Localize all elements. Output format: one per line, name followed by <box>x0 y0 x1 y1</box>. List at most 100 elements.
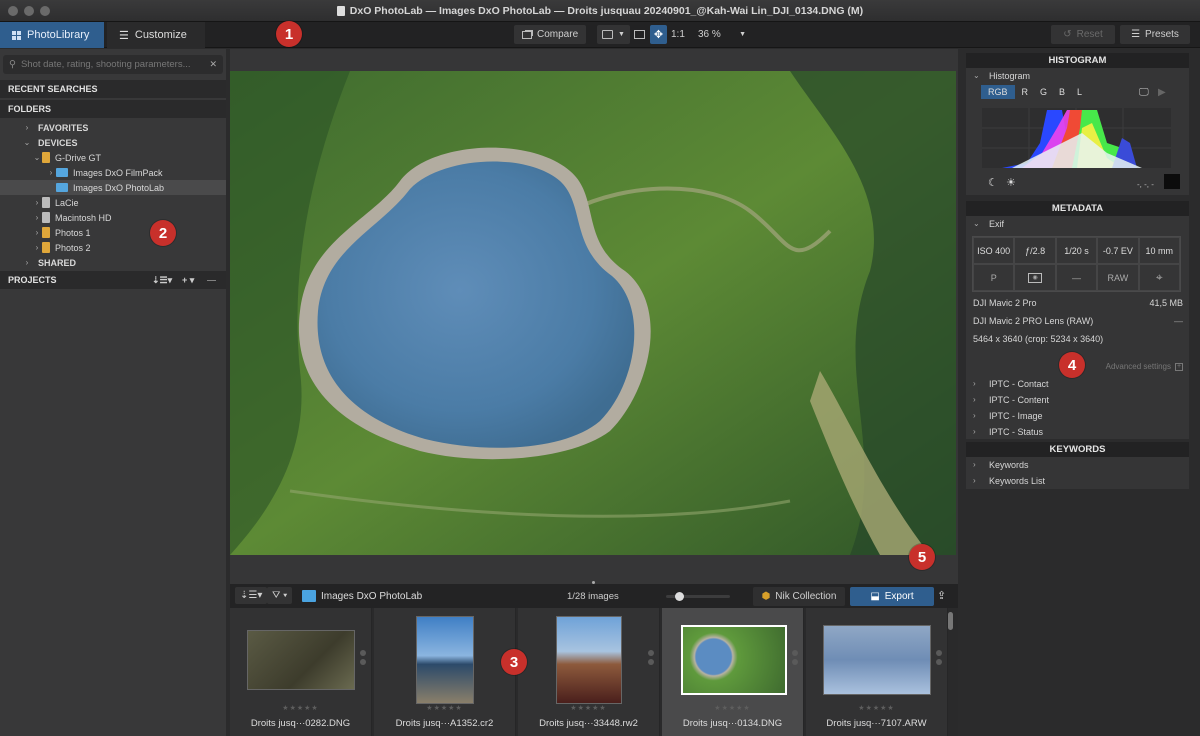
fit-screen-button[interactable] <box>630 25 649 44</box>
share-icon[interactable]: ⇪ <box>937 589 946 602</box>
thumbnail-item[interactable]: ★★★★★ Droits jusq···0282.DNG <box>230 608 372 736</box>
keywords-section[interactable]: › Keywords List <box>966 473 1189 488</box>
thumbnail-image[interactable] <box>247 630 355 690</box>
tree-item[interactable]: ⌄ DEVICES <box>0 135 226 150</box>
keywords-section[interactable]: › Keywords <box>966 457 1189 472</box>
display-icon[interactable]: 🖵 <box>1139 87 1149 98</box>
image-viewer: 5 <box>230 49 958 584</box>
chevron-right-icon[interactable]: › <box>46 168 56 177</box>
sliders-icon: ☰ <box>119 29 129 42</box>
chevron-right-icon[interactable]: › <box>32 198 42 207</box>
lens-value: — <box>1174 315 1183 326</box>
main-toolbar: PhotoLibrary ☰ Customize Compare ▼ ✥ 1:1… <box>0 22 1200 48</box>
tree-item[interactable]: › Photos 2 <box>0 240 226 255</box>
tree-item-label: G-Drive GT <box>55 152 101 163</box>
thumbnail-menu-handle[interactable] <box>792 650 798 668</box>
star-rating[interactable]: ★★★★★ <box>374 704 515 712</box>
channel-rgb-button[interactable]: RGB <box>981 85 1015 99</box>
soft-proof-icon[interactable]: ▶ <box>1158 87 1166 98</box>
channel-b-button[interactable]: B <box>1054 85 1070 99</box>
zoom-level-select[interactable]: 36 % ▼ <box>690 25 754 44</box>
thumbnail-image[interactable] <box>556 616 622 704</box>
tab-customize[interactable]: ☰ Customize <box>107 22 205 48</box>
chevron-right-icon[interactable]: › <box>32 243 42 252</box>
thumbnail-menu-handle[interactable] <box>936 650 942 668</box>
drive-icon <box>42 152 50 163</box>
chevron-down-icon: ⌄ <box>973 219 980 228</box>
chevron-down-icon[interactable]: ⌄ <box>32 153 42 162</box>
tab-label: PhotoLibrary <box>27 29 90 41</box>
thumbnail-menu-handle[interactable] <box>360 650 366 668</box>
export-button[interactable]: ⬓ Export <box>850 587 934 606</box>
add-project-button[interactable]: + ▾ <box>182 275 194 286</box>
compare-button[interactable]: Compare <box>514 25 587 44</box>
star-rating[interactable]: ★★★★★ <box>230 704 371 712</box>
histogram-toggle[interactable]: ⌄ Histogram <box>966 68 1189 83</box>
tree-item-label: SHARED <box>38 257 77 268</box>
thumbnail-image[interactable] <box>681 625 787 695</box>
channel-g-button[interactable]: G <box>1035 85 1052 99</box>
filmstrip: ⇣☰▾ ⛛ ▾ Images DxO PhotoLab 1/28 images … <box>230 581 958 736</box>
star-rating[interactable]: ★★★★★ <box>518 704 659 712</box>
folders-header[interactable]: FOLDERS <box>0 100 226 118</box>
search-field[interactable]: ⚲ Shot date, rating, shooting parameters… <box>3 55 223 74</box>
thumbnail-item[interactable]: ★★★★★ Droits jusq···7107.ARW <box>806 608 948 736</box>
channel-l-button[interactable]: L <box>1072 85 1087 99</box>
slider-knob[interactable] <box>674 592 684 601</box>
close-window-button[interactable] <box>8 6 18 16</box>
histogram-header[interactable]: HISTOGRAM <box>966 53 1189 68</box>
minimize-window-button[interactable] <box>24 6 34 16</box>
sort-projects-button[interactable]: ⇣☰▾ <box>152 275 172 286</box>
channel-r-button[interactable]: R <box>1017 85 1034 99</box>
tree-item[interactable]: ⌄ G-Drive GT <box>0 150 226 165</box>
chevron-right-icon[interactable]: › <box>22 123 32 132</box>
tree-item[interactable]: › SHARED <box>0 255 226 270</box>
tree-item[interactable]: › Images DxO FilmPack <box>0 165 226 180</box>
highlight-clipping-icon[interactable]: ☀ <box>1006 176 1016 189</box>
chevron-right-icon[interactable]: › <box>32 228 42 237</box>
iptc-section[interactable]: › IPTC - Content <box>966 392 1189 407</box>
tree-item[interactable]: › LaCie <box>0 195 226 210</box>
star-rating[interactable]: ★★★★★ <box>806 704 947 712</box>
thumbnail-item[interactable]: ★★★★★ Droits jusq···0134.DNG <box>662 608 804 736</box>
thumbnail-image[interactable] <box>416 616 474 704</box>
location-icon[interactable]: ⌖ <box>1138 264 1180 291</box>
metadata-header[interactable]: METADATA <box>966 201 1189 216</box>
move-tool-button[interactable]: ✥ <box>650 25 667 44</box>
main-photo[interactable] <box>230 71 956 555</box>
split-view-dropdown[interactable]: ▼ <box>597 25 630 44</box>
filter-button[interactable]: ⛛ ▾ <box>267 587 293 604</box>
chevron-right-icon[interactable]: › <box>32 213 42 222</box>
filmstrip-scrollbar[interactable] <box>948 612 953 630</box>
exif-toggle[interactable]: ⌄ Exif <box>966 216 1189 231</box>
star-rating[interactable]: ★★★★★ <box>662 704 803 712</box>
tree-item[interactable]: › FAVORITES <box>0 120 226 135</box>
thumbnail-item[interactable]: ★★★★★ Droits jusq···A1352.cr2 <box>374 608 516 736</box>
thumbnail-size-slider[interactable] <box>666 592 730 601</box>
sort-button[interactable]: ⇣☰▾ <box>235 587 268 604</box>
chevron-right-icon[interactable]: › <box>22 258 32 267</box>
iptc-section[interactable]: › IPTC - Contact <box>966 376 1189 391</box>
reset-button[interactable]: ↺ Reset <box>1051 25 1115 44</box>
thumbnail-menu-handle[interactable] <box>648 650 654 668</box>
chevron-down-icon[interactable]: ⌄ <box>22 138 32 147</box>
thumbnail-item[interactable]: ★★★★★ Droits jusq···33448.rw2 <box>518 608 660 736</box>
remove-project-button[interactable]: — <box>207 275 216 285</box>
nik-collection-button[interactable]: ⬢ Nik Collection <box>753 587 845 606</box>
iptc-label: IPTC - Status <box>989 426 1044 437</box>
clear-search-icon[interactable]: ✕ <box>209 59 217 70</box>
presets-button[interactable]: ☰ Presets <box>1120 25 1190 44</box>
iptc-section[interactable]: › IPTC - Image <box>966 408 1189 423</box>
recent-searches-header[interactable]: RECENT SEARCHES <box>0 80 226 98</box>
tree-item[interactable]: › Photos 1 <box>0 225 226 240</box>
tree-item[interactable]: › Macintosh HD <box>0 210 226 225</box>
zoom-window-button[interactable] <box>40 6 50 16</box>
thumbnail-image[interactable] <box>823 625 931 695</box>
iptc-section[interactable]: › IPTC - Status <box>966 424 1189 439</box>
keywords-header[interactable]: KEYWORDS <box>966 442 1189 457</box>
one-to-one-button[interactable]: 1:1 <box>668 25 688 44</box>
shadow-clipping-icon[interactable]: ☾ <box>988 176 998 189</box>
tab-photolibrary[interactable]: PhotoLibrary <box>0 22 104 48</box>
section-label: PROJECTS <box>8 275 57 285</box>
tree-item[interactable]: Images DxO PhotoLab <box>0 180 226 195</box>
